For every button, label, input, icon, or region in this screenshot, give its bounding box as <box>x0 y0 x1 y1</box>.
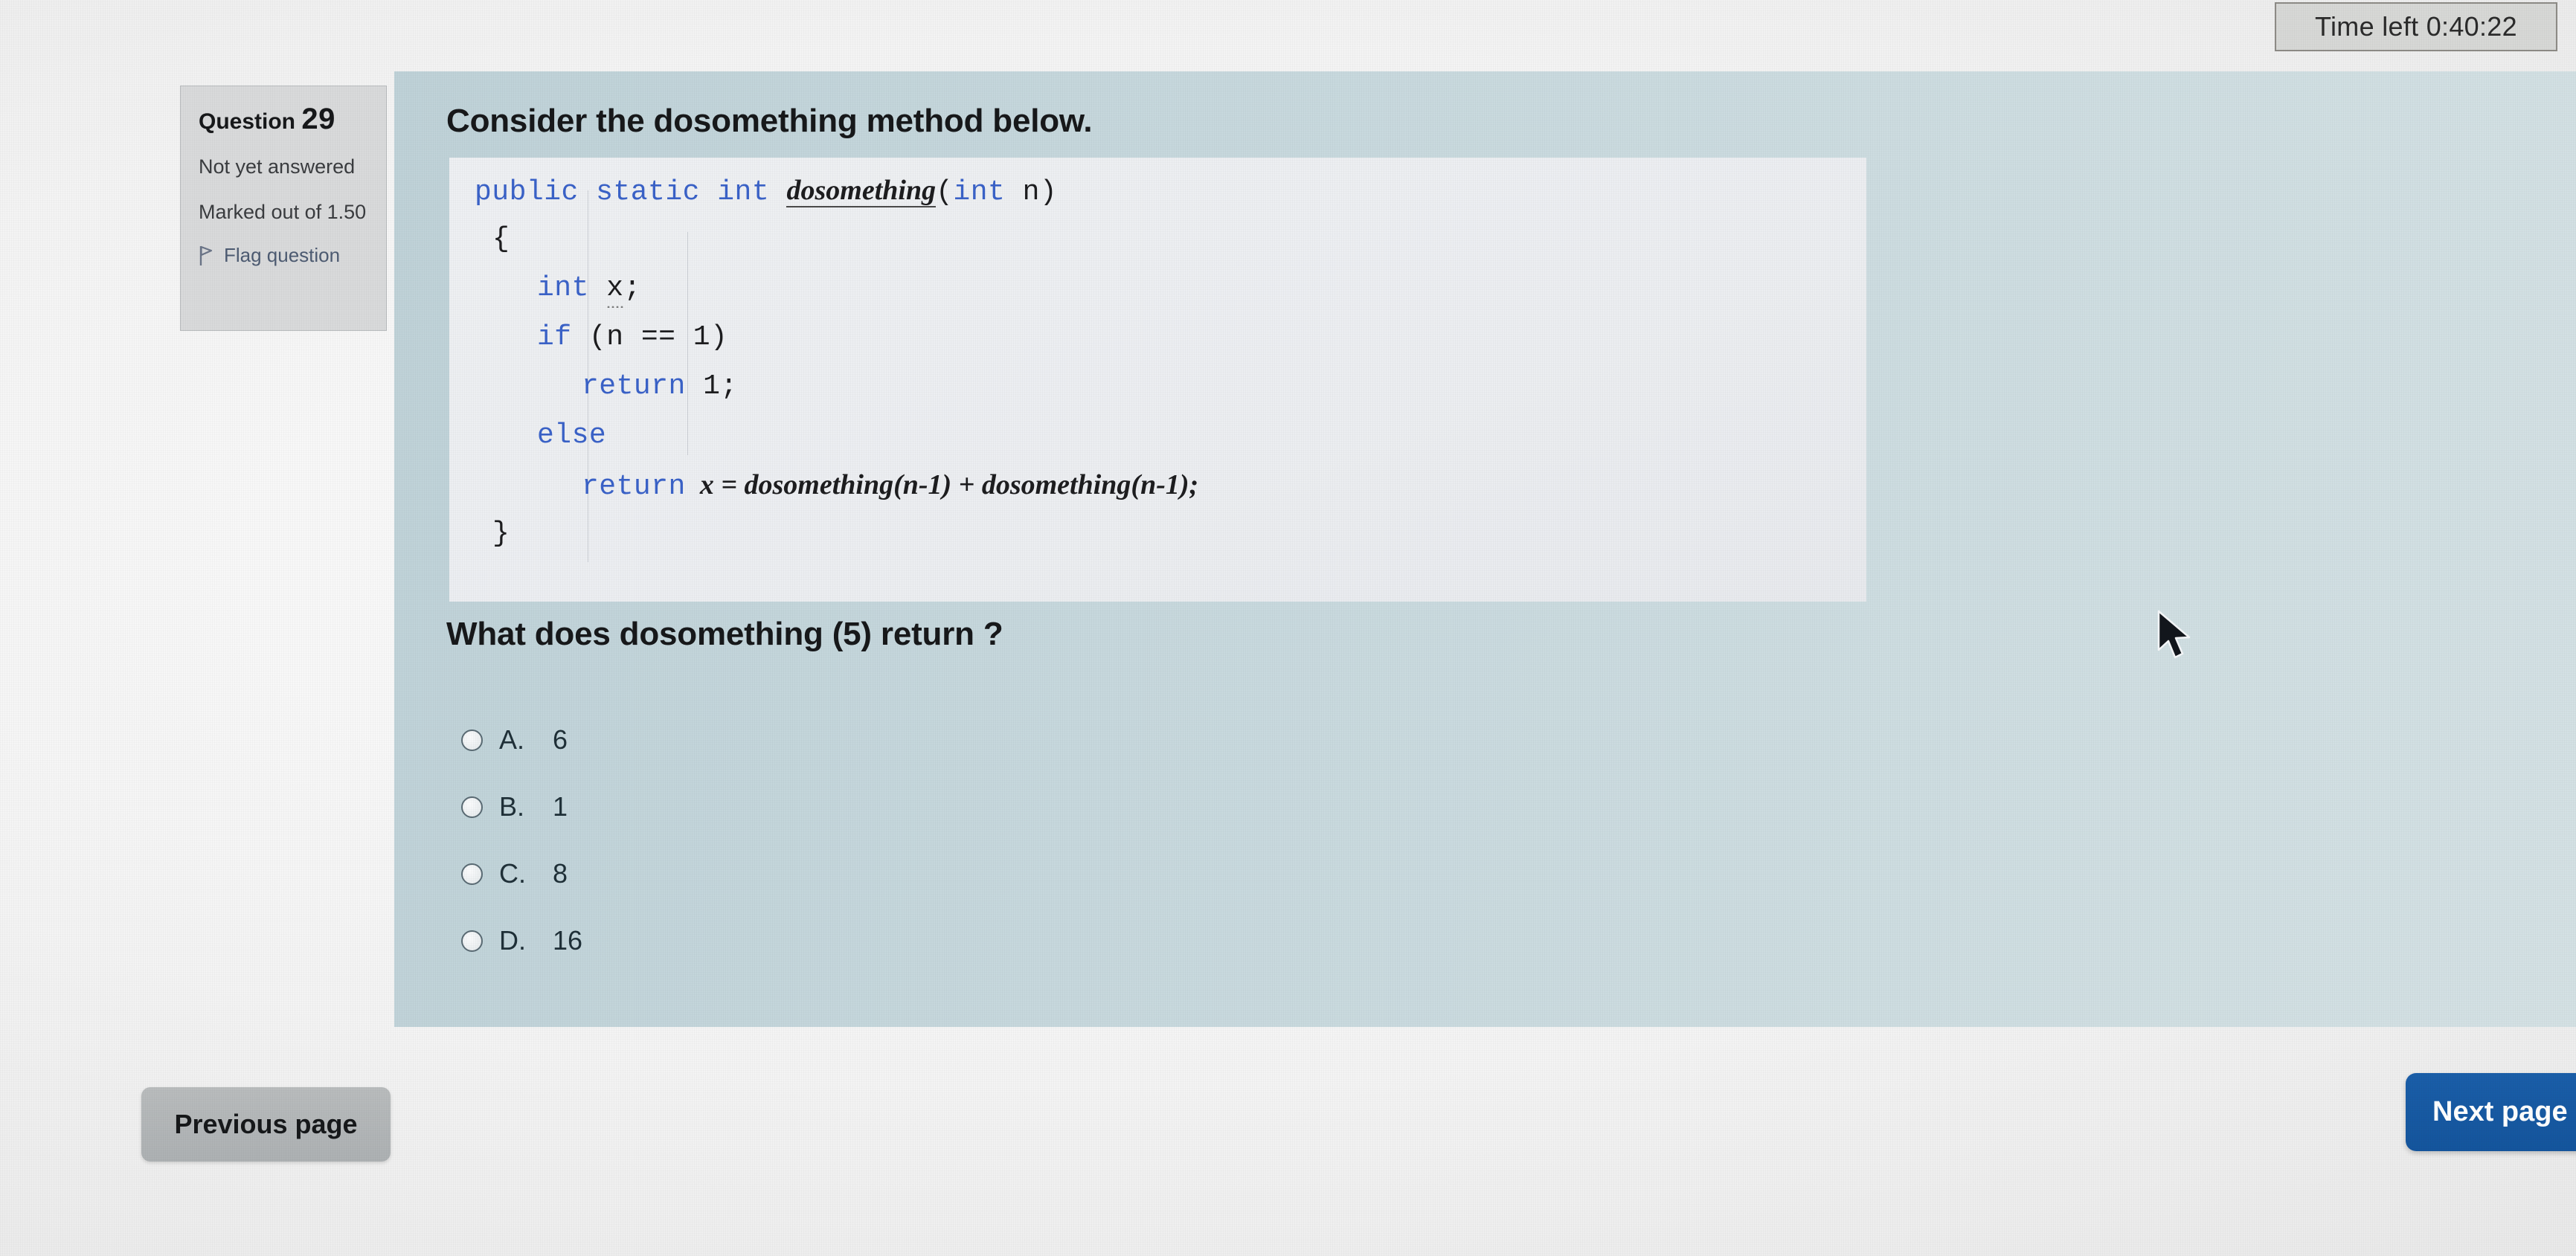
answer-letter-a: A. <box>499 724 525 755</box>
answer-option-b[interactable]: B. 1 <box>461 791 582 822</box>
code-return-one-value: 1; <box>685 370 738 402</box>
code-line-close-brace: } <box>492 518 510 550</box>
time-left-box: Time left 0:40:22 <box>2275 2 2557 51</box>
code-keyword-return-2: return <box>582 471 686 503</box>
code-keyword-return-1: return <box>582 370 686 402</box>
answer-option-c[interactable]: C. 8 <box>461 858 582 889</box>
radio-button-a[interactable] <box>461 729 483 751</box>
code-block: public static int dosomething(int n) { i… <box>449 158 1866 602</box>
radio-button-d[interactable] <box>461 930 483 952</box>
code-param-arg: n) <box>1005 176 1058 208</box>
question-status-block: Not yet answered <box>199 154 370 180</box>
radio-button-c[interactable] <box>461 863 483 885</box>
code-paren-open: ( <box>936 176 954 208</box>
answer-letter-b: B. <box>499 791 525 822</box>
code-semicolon-1: ; <box>623 272 641 304</box>
question-heading: Consider the dosomething method below. <box>446 103 1093 139</box>
answer-option-a[interactable]: A. 6 <box>461 724 582 755</box>
next-page-label: Next page <box>2432 1096 2568 1127</box>
code-line-signature: public static int dosomething(int n) <box>475 174 1057 208</box>
question-number-prefix: Question <box>199 109 296 134</box>
question-number-heading: Question 29 <box>199 103 370 136</box>
code-space-2 <box>589 272 606 304</box>
code-keyword-int-param: int <box>953 176 1006 208</box>
code-keyword-public-static-int: public static int <box>475 176 770 208</box>
answer-letter-c: C. <box>499 858 526 889</box>
code-keyword-int-decl: int <box>537 272 589 304</box>
answer-value-c: 8 <box>553 858 568 889</box>
flag-question-label: Flag question <box>224 244 341 267</box>
previous-page-button[interactable]: Previous page <box>141 1087 391 1162</box>
answer-value-b: 1 <box>553 791 568 822</box>
next-page-button[interactable]: Next page <box>2406 1073 2576 1151</box>
question-grade-block: Marked out of 1.50 <box>199 199 370 225</box>
code-method-name: dosomething <box>786 175 937 207</box>
answer-letter-d: D. <box>499 925 526 956</box>
code-if-condition: (n == 1) <box>571 321 728 353</box>
question-marked-out-of-label: Marked out of 1.50 <box>199 200 367 223</box>
answer-value-a: 6 <box>553 724 568 755</box>
code-line-return-one: return 1; <box>582 370 738 402</box>
flag-icon <box>199 245 215 266</box>
code-space-1 <box>769 176 786 208</box>
code-line-else: else <box>537 419 606 451</box>
code-line-declare-x: int x; <box>537 272 641 308</box>
question-status-label: Not yet answered <box>199 155 356 178</box>
answer-option-d[interactable]: D. 16 <box>461 925 583 956</box>
question-number-value: 29 <box>301 103 335 135</box>
flag-question-link[interactable]: Flag question <box>199 244 370 267</box>
code-line-return-recursive: return x = dosomething(n-1) + dosomethin… <box>582 468 1198 503</box>
answer-options-list: A. 6 B. 1 C. 8 D. 16 <box>461 724 583 993</box>
previous-page-label: Previous page <box>174 1109 358 1139</box>
code-keyword-if: if <box>537 321 572 353</box>
code-keyword-else: else <box>537 419 607 451</box>
question-prompt: What does dosomething (5) return ? <box>446 616 1003 652</box>
code-variable-x: x <box>606 272 624 308</box>
time-left-label: Time left 0:40:22 <box>2315 11 2517 42</box>
code-recursive-expression: x = dosomething(n-1) + dosomething(n-1); <box>685 469 1199 500</box>
question-info-panel: Question 29 Not yet answered Marked out … <box>180 86 387 331</box>
code-line-open-brace: { <box>492 223 510 255</box>
code-line-if: if (n == 1) <box>537 321 727 353</box>
radio-button-b[interactable] <box>461 796 483 818</box>
answer-value-d: 16 <box>553 925 583 956</box>
